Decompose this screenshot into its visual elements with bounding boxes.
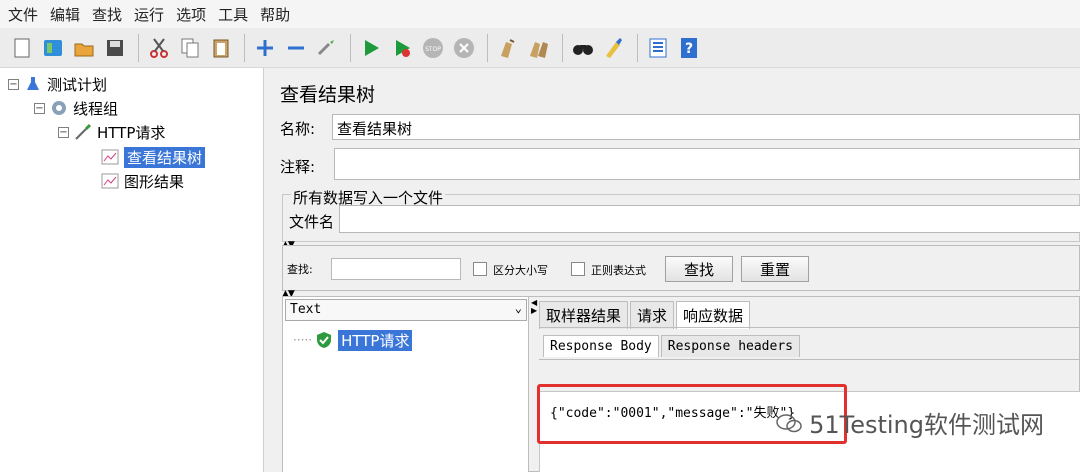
wechat-icon [775,412,803,434]
expand-icon[interactable] [251,34,279,62]
tree-label: 图形结果 [124,172,185,191]
subtab-divider [539,359,1080,360]
tree-label: 测试计划 [47,75,108,94]
search-bar: 查找: 区分大小写 正则表达式 查找 重置 [282,245,1080,291]
graph-icon [100,171,120,191]
success-shield-icon [314,330,334,350]
renderer-select[interactable]: Text ⌄ [285,299,527,321]
graph-icon [100,147,120,167]
watermark: 51Testing软件测试网 [775,405,1044,440]
filename-label: 文件名 [289,213,335,231]
find-button[interactable]: 查找 [665,256,733,282]
tree-label: HTTP请求 [97,123,166,142]
renderer-value: Text [290,302,322,317]
name-label: 名称: [280,120,316,138]
svg-text:STOP: STOP [425,46,441,53]
jmeter-window: 文件 编辑 查找 运行 选项 工具 帮助 STOP ? − 测试计划 − 线程组… [0,0,1080,472]
case-sensitive-label: 区分大小写 [493,264,548,277]
open-icon[interactable] [70,34,98,62]
search-label: 查找: [287,263,313,276]
collapse-toggle[interactable]: − [58,126,69,138]
tab-request[interactable]: 请求 [630,301,675,329]
search-icon[interactable] [569,34,597,62]
reset-button[interactable]: 重置 [741,256,809,282]
collapse-toggle[interactable]: − [8,78,19,90]
tab-response-body[interactable]: Response Body [543,335,659,357]
sample-label: HTTP请求 [338,329,413,351]
tree-node-thread-group[interactable]: − 线程组 [34,97,118,119]
tree-label: 线程组 [73,99,119,118]
tree-connector: ····· [293,333,313,347]
shutdown-icon[interactable] [450,34,478,62]
menu-tools[interactable]: 工具 [218,4,248,25]
menu-options[interactable]: 选项 [176,4,206,25]
reset-search-icon[interactable] [600,34,628,62]
toolbar: STOP ? [0,28,1080,68]
clear-all-icon[interactable] [525,34,553,62]
toolbar-separator [487,33,488,62]
menu-run[interactable]: 运行 [134,4,164,25]
test-plan-tree: − 测试计划 − 线程组 − HTTP请求 查看结果树 图形结果 [0,68,264,472]
menu-bar: 文件 编辑 查找 运行 选项 工具 帮助 [0,0,1080,28]
write-to-file-group: 所有数据写入一个文件 文件名 [282,187,1080,242]
copy-icon[interactable] [176,34,204,62]
pipette-icon [73,122,93,142]
menu-edit[interactable]: 编辑 [50,4,80,25]
tab-sampler-result[interactable]: 取样器结果 [539,301,629,329]
help-icon[interactable]: ? [675,34,703,62]
tree-label: 查看结果树 [124,146,206,168]
comment-label: 注释: [280,158,316,176]
gear-icon [49,98,69,118]
toolbar-separator [637,33,638,62]
save-icon[interactable] [101,34,129,62]
tree-node-test-plan[interactable]: − 测试计划 [8,73,107,95]
toolbar-separator [350,33,351,62]
function-helper-icon[interactable] [644,34,672,62]
sample-item[interactable]: ····· HTTP请求 [293,329,413,351]
results-split-pane: Text ⌄ ····· HTTP请求 ◀ ▶ 取样器结果 请求 响应数据 Res… [282,296,1080,472]
collapse-icon[interactable] [282,34,310,62]
cut-icon[interactable] [145,34,173,62]
regex-label: 正则表达式 [591,264,646,277]
start-icon[interactable] [357,34,385,62]
collapse-toggle[interactable]: − [34,102,45,114]
result-tabs: 取样器结果 请求 响应数据 [539,301,752,329]
tree-node-graph-results[interactable]: 图形结果 [100,170,184,192]
tab-divider [539,327,1080,328]
tab-response-data[interactable]: 响应数据 [676,301,751,329]
comment-field[interactable] [334,148,1080,180]
new-icon[interactable] [8,34,36,62]
search-input[interactable] [331,258,461,280]
regex-checkbox[interactable] [571,262,585,276]
clear-icon[interactable] [494,34,522,62]
tree-node-http-request[interactable]: − HTTP请求 [58,121,165,143]
flask-icon [23,74,43,94]
start-no-pause-icon[interactable] [388,34,416,62]
toolbar-separator [562,33,563,62]
stop-icon[interactable]: STOP [419,34,447,62]
toolbar-separator [138,33,139,62]
case-sensitive-checkbox[interactable] [473,262,487,276]
tab-response-headers[interactable]: Response headers [660,335,800,357]
paste-icon[interactable] [207,34,235,62]
menu-search[interactable]: 查找 [92,4,122,25]
watermark-text: 51Testing软件测试网 [809,411,1044,439]
split-arrows[interactable]: ◀ ▶ [531,299,537,315]
templates-icon[interactable] [39,34,67,62]
tree-node-view-results-tree[interactable]: 查看结果树 [100,146,206,168]
toolbar-separator [244,33,245,62]
filename-field[interactable] [339,205,1080,233]
page-title: 查看结果树 [280,84,376,106]
sample-list: Text ⌄ ····· HTTP请求 [283,297,529,472]
menu-help[interactable]: 帮助 [260,4,290,25]
toggle-icon[interactable] [313,34,341,62]
chevron-down-icon: ⌄ [514,301,522,315]
response-subtabs: Response Body Response headers [543,335,802,357]
menu-file[interactable]: 文件 [8,4,38,25]
svg-text:?: ? [685,41,693,57]
name-field[interactable]: 查看结果树 [332,114,1080,140]
